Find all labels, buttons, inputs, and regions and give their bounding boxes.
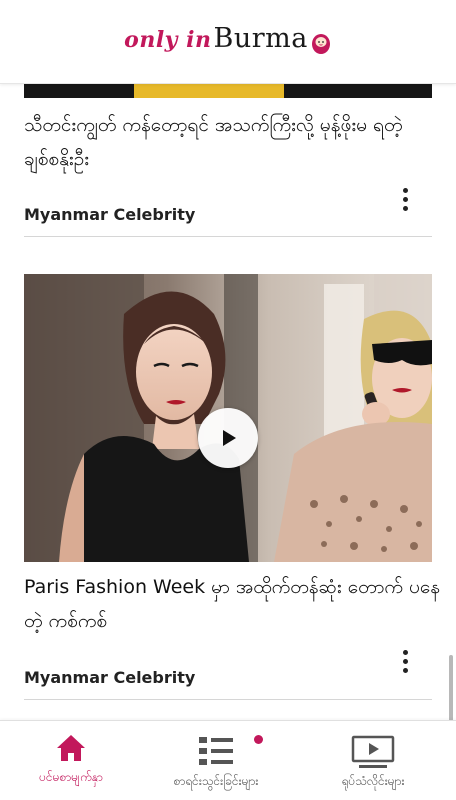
article-title[interactable]: သီတင်းကျွတ် ကန်တော့ရင် အသက်ကြီးလို့ မုန့… (24, 108, 444, 176)
nav-item-subscriptions[interactable]: စာရင်းသွင်းခြင်းများ (142, 721, 290, 800)
article-divider (24, 699, 432, 700)
nav-label-home: ပင်မစာမျက်နှာ (39, 770, 103, 784)
article-thumbnail[interactable] (24, 274, 432, 562)
article-source[interactable]: Myanmar Celebrity (24, 668, 195, 687)
video-icon (351, 735, 395, 768)
logo-word-text: Burma (213, 22, 308, 54)
nav-label-subscriptions: စာရင်းသွင်းခြင်းများ (173, 774, 259, 788)
nav-item-channels[interactable]: ရုပ်သံလိုင်းများ (290, 721, 456, 800)
more-vert-icon[interactable] (390, 646, 420, 676)
play-icon (223, 430, 236, 446)
nav-item-home[interactable]: ပင်မစာမျက်နှာ (0, 721, 142, 800)
previous-article-image[interactable] (24, 84, 432, 98)
logo-script-text: only in (124, 26, 212, 53)
article-divider (24, 236, 432, 237)
app-header: only in Burma (0, 0, 456, 84)
more-vert-icon[interactable] (390, 184, 420, 214)
home-icon (57, 735, 85, 761)
article-title[interactable]: Paris Fashion Week မှာ အထိုက်တန်ဆုံး တော… (24, 570, 444, 638)
article-source[interactable]: Myanmar Celebrity (24, 205, 195, 224)
app-logo[interactable]: only in Burma (124, 23, 332, 63)
scrollbar-thumb[interactable] (449, 655, 453, 725)
nav-label-channels: ရုပ်သံလိုင်းများ (341, 774, 405, 788)
notification-badge (254, 735, 263, 744)
doll-logo-icon (311, 33, 330, 54)
list-icon (199, 737, 233, 765)
play-button[interactable] (198, 408, 258, 468)
bottom-navigation: ပင်မစာမျက်နှာ စာရင်းသွင်းခြင်းများ ရုပ်သ… (0, 720, 456, 800)
